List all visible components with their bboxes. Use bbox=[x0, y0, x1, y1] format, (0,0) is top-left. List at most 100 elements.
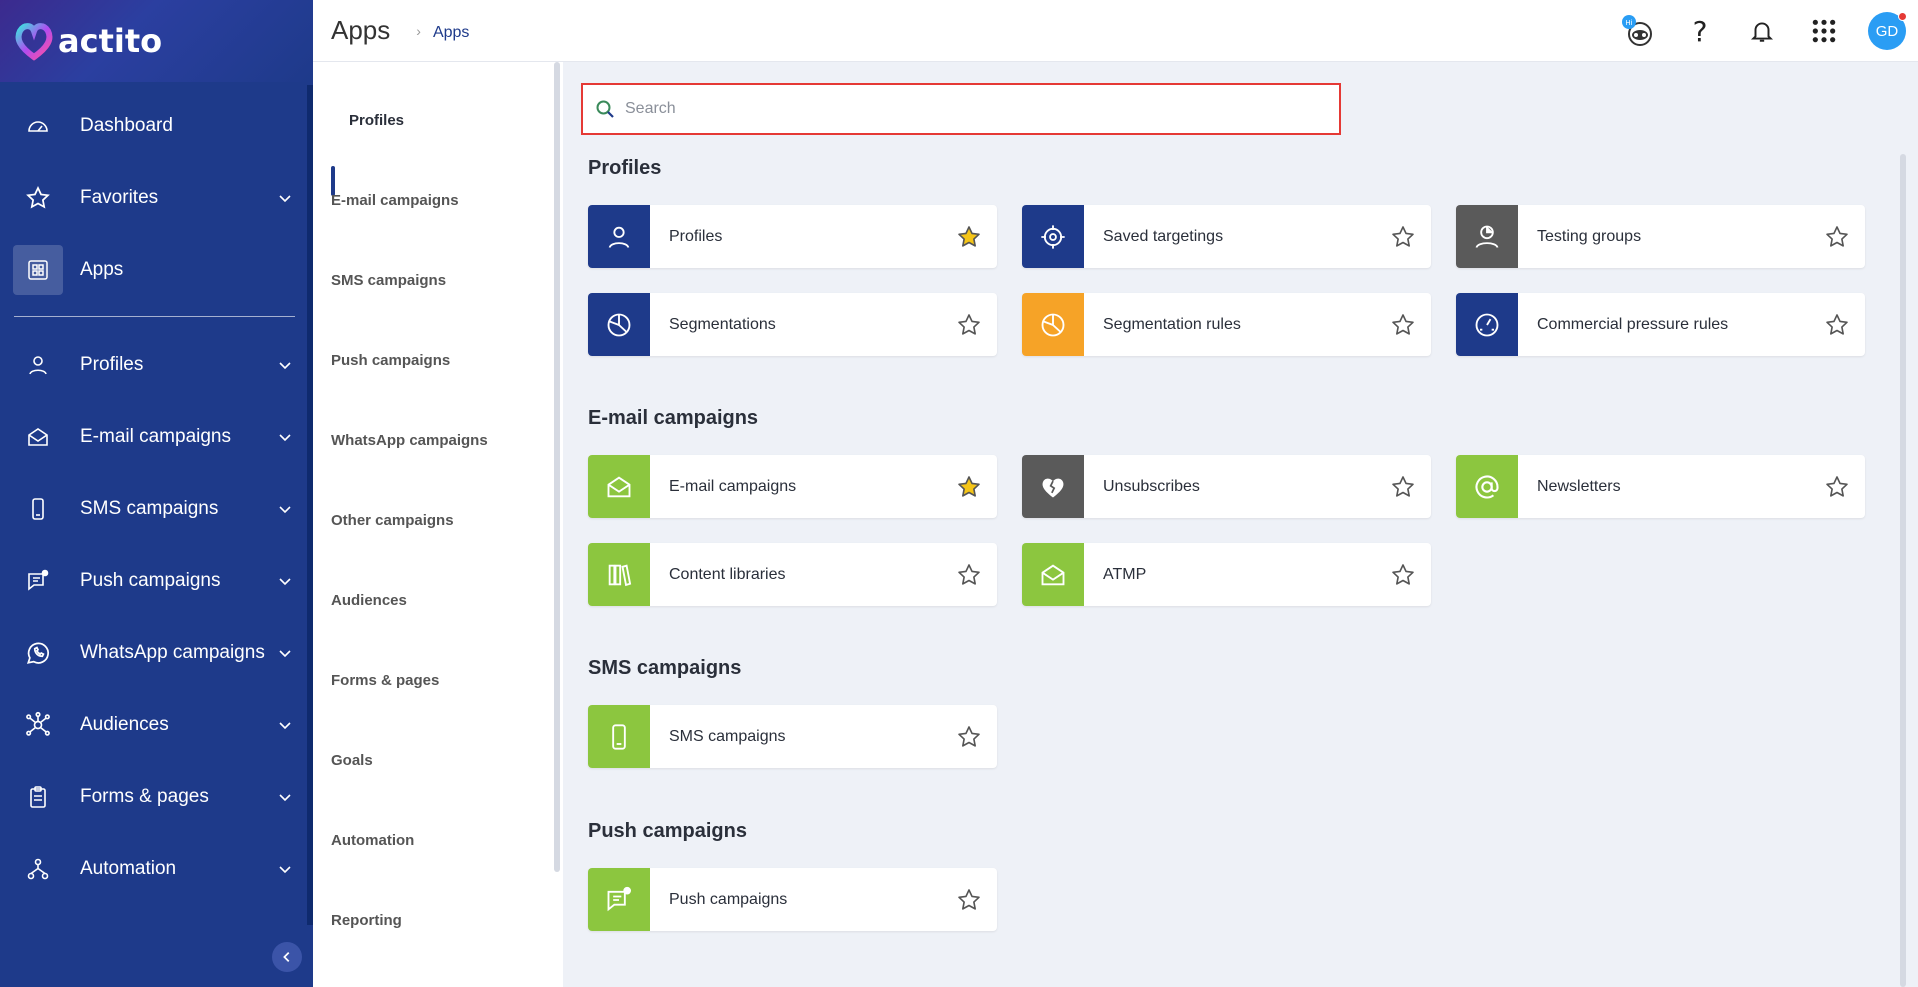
app-card-newsletters[interactable]: Newsletters bbox=[1456, 455, 1865, 518]
favorite-star-icon[interactable] bbox=[955, 473, 983, 501]
favorite-star-icon[interactable] bbox=[1823, 311, 1851, 339]
push-icon bbox=[607, 886, 632, 911]
app-name: Segmentation rules bbox=[1103, 315, 1241, 333]
svg-text:Hi: Hi bbox=[1625, 19, 1632, 27]
broken-heart-icon bbox=[1042, 478, 1064, 497]
apps-grid-icon bbox=[22, 254, 54, 286]
category-forms-pages[interactable]: Forms & pages bbox=[331, 672, 439, 689]
app-name: Saved targetings bbox=[1103, 227, 1224, 245]
category-profiles[interactable]: Profiles bbox=[349, 112, 404, 129]
help-button[interactable]: ? bbox=[1680, 11, 1720, 51]
favorite-star-icon[interactable] bbox=[1389, 311, 1417, 339]
category-audiences[interactable]: Audiences bbox=[331, 592, 407, 609]
sidebar-item-whatsapp-campaigns[interactable]: WhatsApp campaigns bbox=[0, 617, 313, 689]
page-title: Apps bbox=[331, 15, 391, 45]
category-automation[interactable]: Automation bbox=[331, 832, 414, 849]
favorite-star-icon[interactable] bbox=[1389, 223, 1417, 251]
sidebar: actito Dashboard Favorites Apps Profiles… bbox=[0, 0, 313, 987]
app-name: Commercial pressure rules bbox=[1537, 315, 1729, 333]
chevron-left-icon bbox=[283, 952, 290, 962]
star-icon bbox=[22, 182, 54, 214]
search-input[interactable] bbox=[625, 100, 1305, 118]
section-title-push-campaigns: Push campaigns bbox=[588, 820, 747, 842]
app-tile bbox=[588, 543, 650, 606]
app-name: Push campaigns bbox=[669, 890, 788, 908]
app-card-segmentation-rules[interactable]: Segmentation rules bbox=[1022, 293, 1431, 356]
app-card-sms-campaigns[interactable]: SMS campaigns bbox=[588, 705, 997, 768]
app-name: Segmentations bbox=[669, 315, 776, 333]
user-icon bbox=[22, 349, 54, 381]
app-card-unsubscribes[interactable]: Unsubscribes bbox=[1022, 455, 1431, 518]
category-other-campaigns[interactable]: Other campaigns bbox=[331, 512, 454, 529]
divider bbox=[14, 316, 295, 317]
sidebar-item-label: Automation bbox=[80, 858, 177, 879]
chevron-down-icon bbox=[279, 794, 291, 802]
sidebar-item-label: Push campaigns bbox=[80, 570, 221, 591]
collapse-sidebar-button[interactable] bbox=[272, 942, 302, 972]
favorite-star-icon[interactable] bbox=[955, 561, 983, 589]
app-card-testing-groups[interactable]: Testing groups bbox=[1456, 205, 1865, 268]
main-scrollbar[interactable] bbox=[1900, 154, 1906, 987]
category-goals[interactable]: Goals bbox=[331, 752, 373, 769]
logo[interactable]: actito bbox=[0, 0, 313, 82]
top-bar: Apps › Apps Hi ? GD bbox=[313, 0, 1918, 62]
favorite-star-icon[interactable] bbox=[1389, 473, 1417, 501]
envelope-icon bbox=[607, 476, 631, 497]
sidebar-item-label: WhatsApp campaigns bbox=[80, 642, 265, 663]
chevron-down-icon bbox=[279, 578, 291, 586]
app-tile bbox=[1022, 543, 1084, 606]
sidebar-item-automation[interactable]: Automation bbox=[0, 833, 313, 905]
pie-chart-icon bbox=[607, 313, 631, 336]
category-nav-scrollbar[interactable] bbox=[554, 62, 560, 872]
books-icon bbox=[608, 563, 632, 586]
category-reporting[interactable]: Reporting bbox=[331, 912, 402, 929]
category-email-campaigns[interactable]: E-mail campaigns bbox=[331, 192, 459, 209]
sidebar-item-profiles[interactable]: Profiles bbox=[0, 329, 313, 401]
bell-icon bbox=[1750, 22, 1774, 42]
sidebar-item-dashboard[interactable]: Dashboard bbox=[0, 90, 313, 162]
app-card-push-campaigns[interactable]: Push campaigns bbox=[588, 868, 997, 931]
sidebar-item-apps[interactable]: Apps bbox=[0, 234, 313, 306]
envelope-icon bbox=[22, 421, 54, 453]
app-name: Profiles bbox=[669, 227, 723, 245]
app-card-profiles[interactable]: Profiles bbox=[588, 205, 997, 268]
favorite-star-icon[interactable] bbox=[1389, 561, 1417, 589]
flow-icon bbox=[22, 853, 54, 885]
app-tile bbox=[1456, 205, 1518, 268]
sidebar-nav: Dashboard Favorites Apps Profiles E-mail… bbox=[0, 90, 313, 905]
sidebar-item-push-campaigns[interactable]: Push campaigns bbox=[0, 545, 313, 617]
notifications-button[interactable] bbox=[1742, 11, 1782, 51]
app-card-segmentations[interactable]: Segmentations bbox=[588, 293, 997, 356]
category-whatsapp-campaigns[interactable]: WhatsApp campaigns bbox=[331, 432, 488, 449]
app-launcher-button[interactable] bbox=[1804, 11, 1844, 51]
app-name: Newsletters bbox=[1537, 477, 1621, 495]
sidebar-item-label: Dashboard bbox=[80, 115, 173, 136]
sidebar-item-label: Apps bbox=[80, 259, 124, 280]
favorite-star-icon[interactable] bbox=[1823, 223, 1851, 251]
category-push-campaigns[interactable]: Push campaigns bbox=[331, 352, 450, 369]
breadcrumb[interactable]: Apps bbox=[433, 24, 469, 42]
app-card-saved-targetings[interactable]: Saved targetings bbox=[1022, 205, 1431, 268]
app-card-atmp[interactable]: ATMP bbox=[1022, 543, 1431, 606]
favorite-star-icon[interactable] bbox=[1823, 473, 1851, 501]
sidebar-item-audiences[interactable]: Audiences bbox=[0, 689, 313, 761]
section-title-email-campaigns: E-mail campaigns bbox=[588, 407, 759, 429]
sidebar-item-forms-pages[interactable]: Forms & pages bbox=[0, 761, 313, 833]
sidebar-item-favorites[interactable]: Favorites bbox=[0, 162, 313, 234]
app-card-content-libraries[interactable]: Content libraries bbox=[588, 543, 997, 606]
favorite-star-icon[interactable] bbox=[955, 311, 983, 339]
sidebar-item-sms-campaigns[interactable]: SMS campaigns bbox=[0, 473, 313, 545]
favorite-star-icon[interactable] bbox=[955, 723, 983, 751]
favorite-star-icon[interactable] bbox=[955, 886, 983, 914]
favorite-star-icon[interactable] bbox=[955, 223, 983, 251]
category-sms-campaigns[interactable]: SMS campaigns bbox=[331, 272, 446, 289]
sidebar-item-email-campaigns[interactable]: E-mail campaigns bbox=[0, 401, 313, 473]
app-tile bbox=[588, 205, 650, 268]
sidebar-item-label: Audiences bbox=[80, 714, 169, 735]
app-card-email-campaigns[interactable]: E-mail campaigns bbox=[588, 455, 997, 518]
notification-dot bbox=[1898, 12, 1907, 21]
assistant-button[interactable]: Hi bbox=[1618, 11, 1658, 51]
sidebar-item-label: E-mail campaigns bbox=[80, 426, 231, 447]
app-card-commercial-pressure-rules[interactable]: Commercial pressure rules bbox=[1456, 293, 1865, 356]
avatar[interactable]: GD bbox=[1868, 12, 1907, 50]
